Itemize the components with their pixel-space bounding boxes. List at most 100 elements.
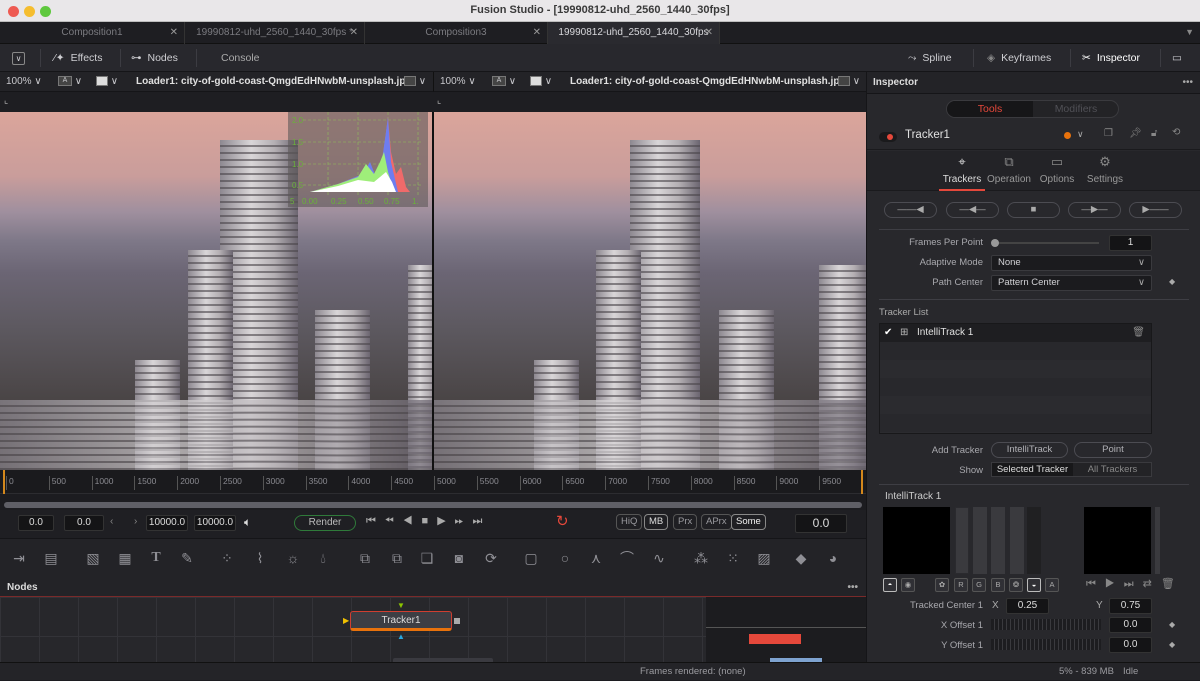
viewer-zoom-select[interactable]: 100% ∨ <box>6 72 42 92</box>
tool-enable-toggle[interactable] <box>879 132 897 142</box>
pixel-icon[interactable]: ▨ <box>755 549 773 567</box>
delete-tracker-icon[interactable]: 🗑︎ <box>1132 324 1145 342</box>
viewer-zoom-select[interactable]: 100% ∨ <box>440 72 476 92</box>
tab-composition4[interactable]: 19990812-uhd_2560_1440_30fps✕ <box>548 22 720 44</box>
tab-composition2[interactable]: 19990812-uhd_2560_1440_30fps *✕ <box>185 22 365 44</box>
channel-g-button[interactable]: G <box>972 578 986 592</box>
transform-tool-icon[interactable]: ⟳ <box>482 549 500 567</box>
show-selected-tracker[interactable]: Selected Tracker <box>992 463 1073 476</box>
keyframe-icon[interactable]: ◆ <box>1169 640 1175 649</box>
shape-3d-icon[interactable]: ◕ <box>824 549 842 567</box>
viewer-options-select[interactable]: ∨ <box>404 72 426 92</box>
bspline-mask-icon[interactable]: ⌒ <box>618 549 636 567</box>
playhead[interactable] <box>3 470 5 494</box>
rectangle-mask-icon[interactable]: ▢ <box>522 549 540 567</box>
image-plane-3d-icon[interactable]: ◆ <box>792 549 810 567</box>
ellipse-mask-icon[interactable]: ○ <box>556 549 574 567</box>
keyframe-icon[interactable]: ◆ <box>1169 620 1175 629</box>
luminance-icon[interactable]: ◒ <box>1027 578 1041 592</box>
y-offset-slider[interactable] <box>991 639 1101 650</box>
rewind-icon[interactable]: ⏪︎ <box>385 515 403 527</box>
timeline-scrollbar[interactable] <box>4 502 862 508</box>
x-offset-slider[interactable] <box>991 619 1101 630</box>
reset-icon[interactable]: ⟲ <box>1172 127 1180 138</box>
viewer-transform-icon[interactable]: ⌞ <box>437 95 441 106</box>
timeline-ruler[interactable]: 0500100015002000250030003500400045005000… <box>0 470 866 494</box>
delete-icon[interactable]: 🗑︎ <box>1161 578 1184 590</box>
close-tab-icon[interactable]: ✕ <box>170 22 178 44</box>
color-wheel-icon[interactable]: ◉ <box>901 578 915 592</box>
curves-tool-icon[interactable]: ⌇ <box>251 549 269 567</box>
dissolve-tool-icon[interactable]: ◙ <box>450 549 468 567</box>
particle-render-icon[interactable]: ⁙ <box>724 549 742 567</box>
subtab-trackers[interactable]: ⌖Trackers <box>939 154 985 191</box>
node-editor[interactable]: Tracker1 ▶ ▼ ▲ <box>0 597 866 662</box>
track-reverse-frame-button[interactable]: —◀— <box>946 202 999 218</box>
viewer-transform-icon[interactable]: ⌞ <box>4 95 8 106</box>
end-marker[interactable] <box>861 470 863 494</box>
stop-tracking-button[interactable]: ■ <box>1007 202 1060 218</box>
play-tracker-icon[interactable]: ▶︎ <box>1105 578 1124 590</box>
fastnoise-tool-icon[interactable]: ▦ <box>116 549 134 567</box>
viewer-options-select[interactable]: ∨ <box>838 72 860 92</box>
auto-proxy-button[interactable]: APrx <box>701 514 732 530</box>
background-tool-icon[interactable]: ⇥ <box>10 549 28 567</box>
global-end-field[interactable]: 10000.0 <box>194 515 236 531</box>
lock-icon[interactable]: 🔓︎ <box>1151 128 1157 139</box>
viewer-left[interactable]: 5 0.00 0.25 0.50 0.75 1. 2.0 1.5 1.0 0.5 <box>0 112 432 470</box>
rgb-channels-icon[interactable]: ✿ <box>935 578 949 592</box>
nodes-menu-icon[interactable]: ••• <box>847 578 858 597</box>
saturation-icon[interactable]: ❂ <box>1009 578 1023 592</box>
keyframes-button[interactable]: ◈Keyframes <box>987 44 1051 72</box>
node-navigator[interactable] <box>706 597 866 662</box>
hiq-button[interactable]: HiQ <box>616 514 642 530</box>
loader-tool-icon[interactable]: ▤ <box>42 549 60 567</box>
viewer-lut-select[interactable]: ∨ <box>530 72 552 92</box>
tracked-center-x-field[interactable]: 0.25 <box>1006 598 1049 614</box>
go-to-start-icon[interactable]: ⏮︎ <box>366 515 385 527</box>
matte-control-icon[interactable]: ❏ <box>418 549 436 567</box>
add-point-button[interactable]: Point <box>1074 442 1152 458</box>
play-reverse-icon[interactable]: ◀︎ <box>403 515 422 527</box>
tabs-dropdown-icon[interactable]: ▼ <box>1185 27 1194 37</box>
chevron-down-icon[interactable]: ∨ <box>1077 129 1084 140</box>
path-center-select[interactable]: Pattern Center∨ <box>991 275 1152 291</box>
tab-composition3[interactable]: Composition3✕ <box>365 22 548 44</box>
audio-icon[interactable]: 🔈︎ <box>244 515 251 530</box>
current-time-field[interactable]: 0.0 <box>795 514 847 533</box>
merge-tool-icon[interactable]: ⧉ <box>356 549 374 567</box>
versions-icon[interactable]: ❐ <box>1104 128 1113 139</box>
add-intellitrack-button[interactable]: IntelliTrack <box>991 442 1068 458</box>
adaptive-mode-select[interactable]: None∨ <box>991 255 1152 271</box>
render-start-field[interactable]: 0.0 <box>64 515 104 531</box>
paint-tool-icon[interactable]: ✎ <box>178 549 196 567</box>
channel-r-button[interactable]: R <box>954 578 968 592</box>
prev-keyframe-icon[interactable]: ⏮︎ <box>1086 578 1105 590</box>
subtab-options[interactable]: ▭Options <box>1033 154 1081 185</box>
subtab-operation[interactable]: ⧉Operation <box>985 154 1033 185</box>
proxy-button[interactable]: Prx <box>673 514 697 530</box>
go-to-end-icon[interactable]: ⏭︎ <box>472 515 491 527</box>
close-tab-icon[interactable]: ✕ <box>705 22 713 44</box>
frames-per-point-field[interactable]: 1 <box>1109 235 1152 251</box>
panel-toggle-button[interactable]: ∨ <box>12 44 25 72</box>
viewer-lut-select[interactable]: ∨ <box>96 72 118 92</box>
keyframe-icon[interactable]: ◆ <box>1169 277 1175 286</box>
inspector-button[interactable]: ✂Inspector <box>1082 44 1140 72</box>
luma-mode-icon[interactable]: ◓ <box>883 578 897 592</box>
spline-button[interactable]: ⤳Spline <box>908 44 952 72</box>
tracked-center-y-field[interactable]: 0.75 <box>1109 598 1152 614</box>
prev-frame-icon[interactable]: ‹ <box>110 516 113 527</box>
track-forward-button[interactable]: ▶—— <box>1129 202 1182 218</box>
tab-tools[interactable]: Tools <box>947 101 1033 117</box>
display-layout-button[interactable]: ▭ <box>1172 44 1182 72</box>
show-all-trackers[interactable]: All Trackers <box>1073 463 1152 476</box>
channel-select[interactable]: A ∨ <box>58 72 82 92</box>
tab-modifiers[interactable]: Modifiers <box>1033 101 1119 117</box>
tracker-list-item[interactable]: ✔ ⊞ IntelliTrack 1 🗑︎ <box>880 324 1151 342</box>
brightness-tool-icon[interactable]: ☼ <box>284 549 302 567</box>
track-forward-frame-button[interactable]: —▶— <box>1068 202 1121 218</box>
effects-button[interactable]: ⁄✦Effects <box>54 44 102 72</box>
node-output-icon[interactable] <box>454 618 460 624</box>
pin-icon[interactable]: 📌︎ <box>1129 128 1142 139</box>
